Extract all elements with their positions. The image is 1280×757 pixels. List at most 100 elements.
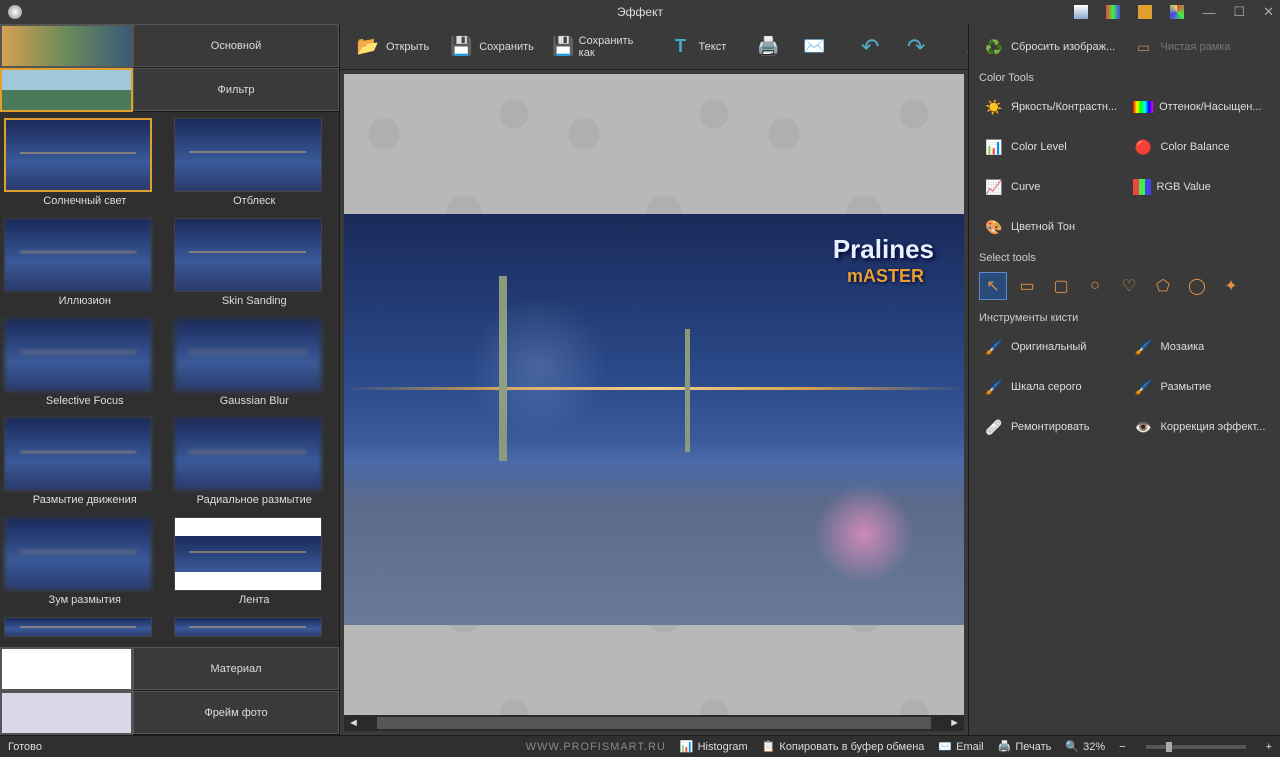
ellipse-tool[interactable]: ○ [1081, 272, 1109, 300]
eye-icon: 👁️ [1133, 416, 1155, 438]
center-panel: 📂Открыть 💾Сохранить 💾Сохранить как TТекс… [340, 24, 968, 735]
clear-frame-button[interactable]: ▭Чистая рамка [1129, 32, 1271, 62]
maximize-button[interactable]: ☐ [1233, 4, 1245, 20]
open-button[interactable]: 📂Открыть [348, 31, 435, 63]
status-email-button[interactable]: ✉️Email [938, 740, 983, 753]
printer-icon: 🖨️ [754, 35, 782, 59]
color-tools-header: Color Tools [979, 72, 1270, 84]
category-material-thumb [0, 647, 133, 691]
original-brush-button[interactable]: 🖌️Оригинальный [979, 332, 1121, 362]
text-button[interactable]: TТекст [661, 31, 733, 63]
redo-icon: ↷ [902, 35, 930, 59]
envelope-icon: ✉️ [800, 35, 828, 59]
filter-item[interactable]: Иллюзион [4, 218, 166, 314]
reset-image-button[interactable]: ♻️Сбросить изображ... [979, 32, 1121, 62]
sun-icon: ☀️ [983, 96, 1005, 118]
rgb-button[interactable]: RGB Value [1129, 172, 1271, 202]
save-icon: 💾 [447, 35, 475, 59]
zoom-level[interactable]: 🔍32% [1065, 740, 1105, 753]
status-bar: Готово WWW.PROFISMART.RU 📊Histogram 📋Коп… [0, 735, 1280, 757]
saveas-button[interactable]: 💾Сохранить как [546, 31, 645, 63]
copy-clipboard-button[interactable]: 📋Копировать в буфер обмена [762, 740, 925, 753]
heart-tool[interactable]: ♡ [1115, 272, 1143, 300]
lasso-tool[interactable]: ◯ [1183, 272, 1211, 300]
zoom-minus[interactable]: − [1119, 741, 1125, 753]
status-ready: Готово [8, 741, 42, 753]
filter-item[interactable] [174, 617, 336, 641]
image-canvas[interactable]: Pralines mASTER [344, 74, 964, 715]
polygon-tool[interactable]: ⬠ [1149, 272, 1177, 300]
brush-icon: 🖌️ [983, 336, 1005, 358]
category-filter-label[interactable]: Фильтр [133, 68, 339, 111]
histogram-icon: 📊 [680, 740, 694, 753]
theme-icon-2[interactable] [1106, 5, 1120, 19]
category-main-label[interactable]: Основной [133, 24, 339, 67]
category-frame[interactable]: Фрейм фото [0, 691, 339, 735]
balance-icon: 🔴 [1133, 136, 1155, 158]
rgb-icon [1133, 179, 1151, 195]
zoom-plus[interactable]: + [1266, 741, 1272, 753]
category-material[interactable]: Материал [0, 647, 339, 691]
edited-photo: Pralines mASTER [344, 214, 964, 625]
category-main[interactable]: Основной [0, 24, 339, 68]
grayscale-brush-button[interactable]: 🖌️Шкала серого [979, 372, 1121, 402]
magnifier-icon: 🔍 [1065, 740, 1079, 753]
category-frame-label[interactable]: Фрейм фото [133, 691, 339, 734]
print-button[interactable]: 🖨️ [748, 31, 788, 63]
zoom-slider[interactable] [1146, 745, 1246, 749]
wand-tool[interactable]: ✦ [1217, 272, 1245, 300]
filter-item[interactable]: Радиальное размытие [174, 417, 336, 513]
gray-brush-icon: 🖌️ [983, 376, 1005, 398]
rounded-rect-tool[interactable]: ▢ [1047, 272, 1075, 300]
brush-tools-header: Инструменты кисти [979, 312, 1270, 324]
close-button[interactable]: ✕ [1263, 4, 1274, 20]
theme-icon-4[interactable] [1170, 5, 1184, 19]
category-main-thumb [0, 24, 133, 68]
mail-icon: ✉️ [938, 740, 952, 753]
mosaic-brush-button[interactable]: 🖌️Мозаика [1129, 332, 1271, 362]
mosaic-icon: 🖌️ [1133, 336, 1155, 358]
brightness-button[interactable]: ☀️Яркость/Контрастн... [979, 92, 1121, 122]
category-filter[interactable]: Фильтр [0, 68, 339, 112]
color-balance-button[interactable]: 🔴Color Balance [1129, 132, 1271, 162]
undo-button[interactable]: ↶ [850, 31, 890, 63]
repair-brush-button[interactable]: 🩹Ремонтировать [979, 412, 1121, 442]
select-tools-header: Select tools [979, 252, 1270, 264]
hue-button[interactable]: Оттенок/Насыщен... [1129, 92, 1270, 122]
color-tone-button[interactable]: 🎨Цветной Тон [979, 212, 1121, 242]
filter-item[interactable]: Отблеск [174, 118, 336, 214]
effect-correction-button[interactable]: 👁️Коррекция эффект... [1129, 412, 1271, 442]
blur-brush-icon: 🖌️ [1133, 376, 1155, 398]
filter-item[interactable]: Selective Focus [4, 318, 166, 414]
histogram-button[interactable]: 📊Histogram [680, 740, 748, 753]
filter-item[interactable]: Gaussian Blur [174, 318, 336, 414]
blur-brush-button[interactable]: 🖌️Размытие [1129, 372, 1271, 402]
theme-icon-1[interactable] [1074, 5, 1088, 19]
filter-item[interactable] [4, 617, 166, 641]
category-material-label[interactable]: Материал [133, 647, 339, 690]
minimize-button[interactable]: — [1202, 5, 1215, 20]
rect-select-tool[interactable]: ▭ [1013, 272, 1041, 300]
filter-item[interactable]: Лента [174, 517, 336, 613]
color-level-button[interactable]: 📊Color Level [979, 132, 1121, 162]
curve-button[interactable]: 📈Curve [979, 172, 1121, 202]
theme-icon-3[interactable] [1138, 5, 1152, 19]
pointer-tool[interactable]: ↖ [979, 272, 1007, 300]
category-frame-thumb [0, 691, 133, 735]
filter-item[interactable]: Размытие движения [4, 417, 166, 513]
horizontal-scrollbar[interactable]: ◄► [344, 715, 964, 731]
print-icon: 🖨️ [998, 740, 1012, 753]
redo-button[interactable]: ↷ [896, 31, 936, 63]
levels-icon: 📊 [983, 136, 1005, 158]
email-button[interactable]: ✉️ [794, 31, 834, 63]
filter-item[interactable]: Skin Sanding [174, 218, 336, 314]
selection-toolbar: ↖ ▭ ▢ ○ ♡ ⬠ ◯ ✦ [979, 272, 1270, 300]
text-icon: T [667, 35, 695, 59]
status-print-button[interactable]: 🖨️Печать [998, 740, 1052, 753]
filter-item[interactable]: Зум размытия [4, 517, 166, 613]
left-panel: Основной Фильтр Солнечный свет Отблеск И… [0, 24, 340, 735]
right-panel: ♻️Сбросить изображ... ▭Чистая рамка Colo… [968, 24, 1280, 735]
filter-item[interactable]: Солнечный свет [4, 118, 166, 214]
save-button[interactable]: 💾Сохранить [441, 31, 540, 63]
watermark-line2: mASTER [847, 266, 924, 287]
